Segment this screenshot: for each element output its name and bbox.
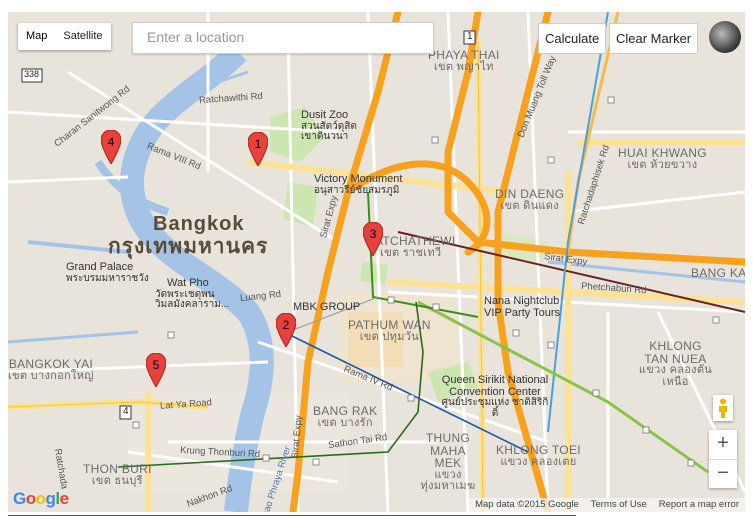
city-label-th: กรุงเทพมหานคร bbox=[108, 235, 269, 258]
district-khlong-toei: KHLONG TOEI แขวง คลองเตย bbox=[496, 443, 581, 468]
location-search-box bbox=[132, 22, 434, 54]
poi-grand-palace[interactable]: Grand Palace พระบรมมหาราชวัง bbox=[66, 261, 149, 284]
district-bang-kapi: BANG KAPI bbox=[691, 266, 745, 280]
district-thung-maha-mek: THUNG MAHA MEK แขวง ทุ่งมหาเมฆ bbox=[420, 431, 476, 493]
terms-of-use-link[interactable]: Terms of Use bbox=[591, 498, 647, 512]
map-data-credit: Map data ©2015 Google bbox=[475, 499, 579, 510]
district-pathum-wan: PATHUM WAN เขต ปทุมวัน bbox=[348, 318, 431, 343]
highway-shield-338: 338 bbox=[24, 69, 40, 79]
page-divider bbox=[8, 515, 576, 516]
user-avatar[interactable] bbox=[709, 21, 741, 53]
route-marker-4[interactable]: 4 bbox=[100, 129, 122, 165]
city-label-en: Bangkok bbox=[153, 213, 245, 235]
route-marker-3[interactable]: 3 bbox=[362, 221, 384, 257]
map-type-satellite-button[interactable]: Satellite bbox=[55, 23, 110, 50]
clear-marker-button[interactable]: Clear Marker bbox=[609, 23, 699, 54]
location-search-input[interactable] bbox=[133, 23, 427, 51]
district-thon-buri: THON BURI เขต ธนบุรี bbox=[83, 462, 152, 487]
map-attribution: Map data ©2015 Google Terms of Use Repor… bbox=[469, 498, 745, 512]
district-bang-rak: BANG RAK เขต บางรัก bbox=[313, 404, 378, 429]
poi-dusit-zoo[interactable]: Dusit Zoo สวนสัตว์ดุสิต เขาดินวนา bbox=[301, 109, 361, 143]
highway-shield-4: 4 bbox=[123, 406, 129, 417]
district-bangkok-yai: BANGKOK YAI เขต บางกอกใหญ่ bbox=[8, 357, 94, 382]
district-huai-khwang: HUAI KHWANG เขต ห้วยขวาง bbox=[618, 146, 707, 171]
map-type-control: Map Satellite bbox=[18, 23, 111, 50]
calculate-button[interactable]: Calculate bbox=[538, 23, 607, 54]
poi-victory-monument[interactable]: Victory Monument อนุสาวรีย์ชัยสมรภูมิ bbox=[314, 173, 402, 196]
route-marker-1[interactable]: 1 bbox=[247, 131, 269, 167]
map-type-map-button[interactable]: Map bbox=[18, 23, 55, 50]
zoom-control: + − bbox=[709, 430, 737, 488]
route-marker-2[interactable]: 2 bbox=[275, 312, 297, 348]
route-marker-5[interactable]: 5 bbox=[145, 352, 167, 388]
map-canvas[interactable]: 338 1 4 Bangkok กรุงเทพมหานคร PHAYA THAI… bbox=[8, 12, 745, 512]
district-din-daeng: DIN DAENG เขต ดินแดง bbox=[495, 187, 565, 212]
street-view-pegman-icon[interactable] bbox=[713, 395, 733, 421]
poi-wat-pho[interactable]: Wat Pho วัดพระเชตุพน วิมลมังคลาราม... bbox=[155, 277, 235, 311]
zoom-in-button[interactable]: + bbox=[709, 430, 737, 460]
zoom-out-button[interactable]: − bbox=[709, 460, 737, 489]
google-logo: Google bbox=[13, 489, 69, 508]
district-khlong-tan-nuea: KHLONG TAN NUEA แขวง คลองตัน เหนือ bbox=[638, 339, 713, 388]
poi-mbk-group[interactable]: MBK GROUP bbox=[293, 301, 360, 314]
highway-shield-1: 1 bbox=[467, 31, 473, 42]
poi-queen-sirikit-center[interactable]: Queen Sirikit National Convention Center… bbox=[440, 374, 550, 419]
report-map-error-link[interactable]: Report a map error bbox=[659, 498, 739, 512]
poi-nana-nightclub[interactable]: Nana Nightclub VIP Party Tours bbox=[484, 295, 560, 319]
district-phaya-thai: PHAYA THAI เขต พญาไท bbox=[428, 48, 500, 73]
